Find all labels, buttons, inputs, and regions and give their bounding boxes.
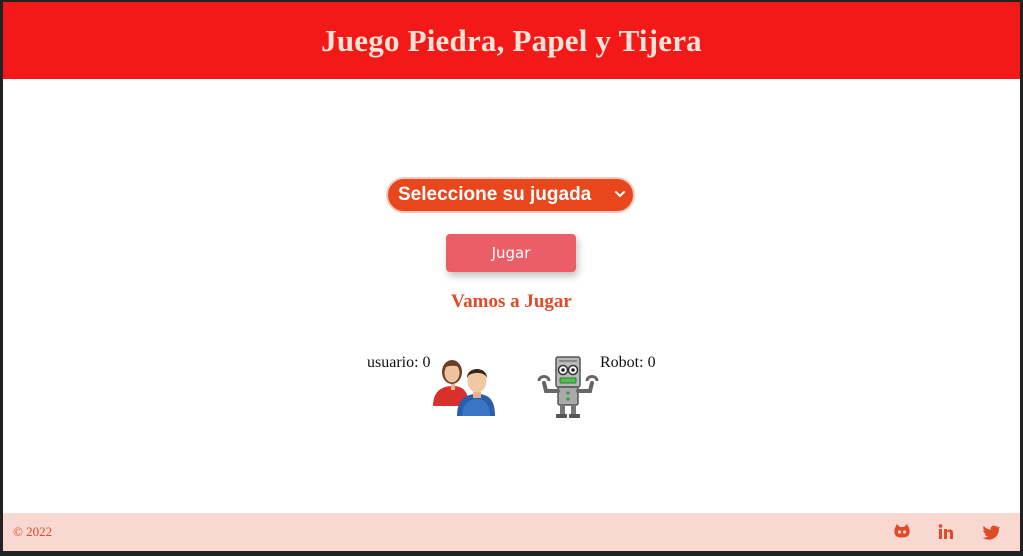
twitter-icon[interactable] bbox=[981, 522, 1001, 542]
page: Juego Piedra, Papel y Tijera Seleccione … bbox=[3, 2, 1020, 551]
copyright: © 2022 bbox=[13, 524, 53, 539]
linkedin-icon[interactable] bbox=[936, 522, 956, 542]
game-status: Vamos a Jugar bbox=[451, 291, 572, 312]
users-icon bbox=[433, 360, 495, 416]
move-select-value: Seleccione su jugada bbox=[398, 184, 592, 205]
robot-score-label: Robot: bbox=[600, 354, 644, 371]
chevron-down-icon bbox=[615, 191, 625, 198]
page-footer: © 2022 bbox=[3, 513, 1020, 551]
github-icon[interactable] bbox=[892, 522, 912, 542]
robot-score-value: 0 bbox=[647, 354, 656, 371]
user-score-label: usuario: bbox=[367, 354, 419, 371]
robot-icon bbox=[537, 356, 599, 418]
user-score: usuario: 0 bbox=[367, 354, 431, 372]
page-title: Juego Piedra, Papel y Tijera bbox=[321, 22, 702, 58]
move-select[interactable]: Seleccione su jugada bbox=[386, 177, 635, 213]
play-button[interactable]: Jugar bbox=[446, 234, 576, 272]
page-header: Juego Piedra, Papel y Tijera bbox=[3, 2, 1020, 79]
robot-score: Robot: 0 bbox=[600, 354, 656, 372]
